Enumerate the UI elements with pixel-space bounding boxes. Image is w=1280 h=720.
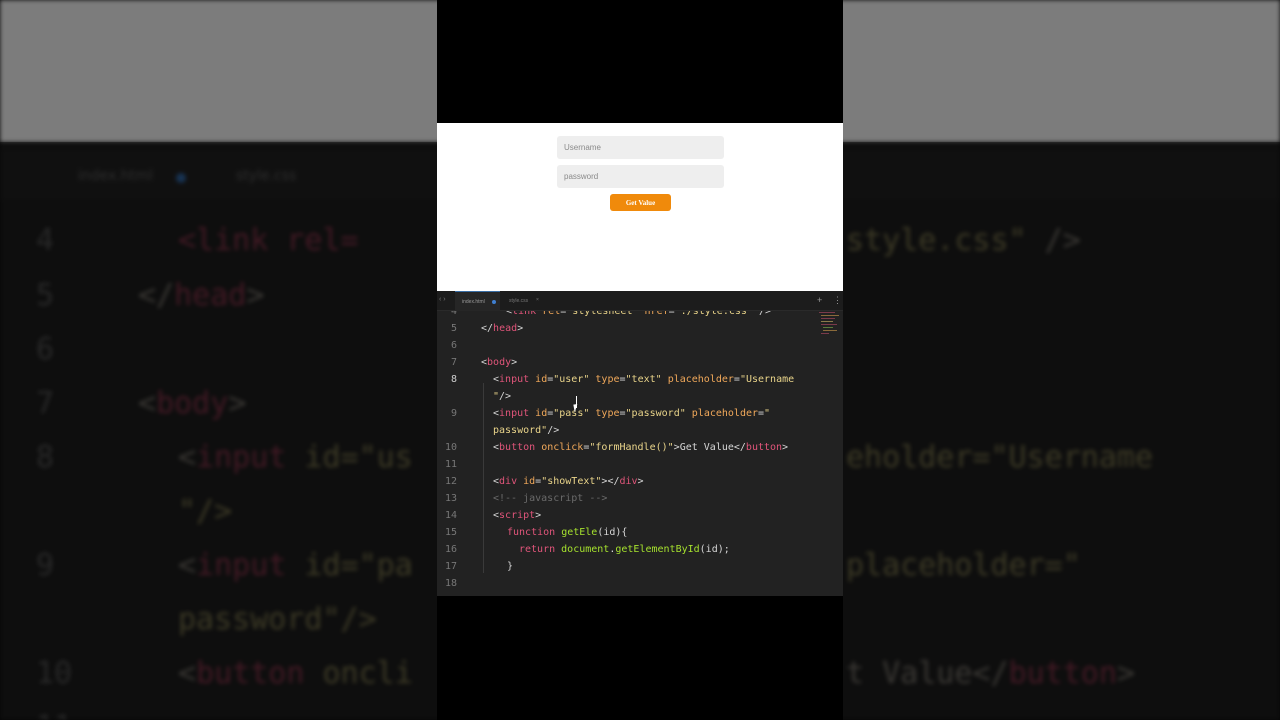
video-frame: Get Value 4 <link rel="stylesheet" href=…	[437, 0, 843, 720]
minimap[interactable]	[819, 311, 841, 341]
unsaved-dot-icon	[492, 300, 496, 304]
new-tab-icon[interactable]: +	[817, 295, 822, 305]
password-input[interactable]	[557, 165, 724, 188]
line-number: 14	[444, 510, 457, 521]
code-line-7: <body>	[481, 357, 518, 368]
line-number: 6	[450, 340, 457, 351]
code-line-9: <input id="pass" type="password" placeho…	[493, 408, 771, 419]
code-area[interactable]: 4 <link rel="stylesheet" href="./style.c…	[437, 303, 843, 596]
code-line-16: return document.getElementById(id);	[519, 544, 730, 555]
editor-tab-bar: ‹ › index.html style.css × + ⋮	[437, 291, 843, 311]
code-line-12: <div id="showText"></div>	[493, 476, 644, 487]
tab-style-css[interactable]: style.css	[509, 298, 528, 304]
line-number-current: 8	[450, 374, 457, 385]
mouse-cursor-icon	[573, 403, 582, 413]
line-number: 5	[450, 323, 457, 334]
indent-guide	[483, 383, 484, 573]
code-line-5: </head>	[481, 323, 524, 334]
code-line-9-wrap: password"/>	[493, 425, 560, 436]
code-line-8-wrap: "/>	[493, 391, 512, 402]
line-number: 9	[450, 408, 457, 419]
code-line-8: <input id="user" type="text" placeholder…	[493, 374, 795, 385]
line-number: 12	[444, 476, 457, 487]
line-number: 11	[444, 459, 457, 470]
tab-label: index.html	[462, 299, 485, 305]
nav-arrows-icon[interactable]: ‹ ›	[439, 296, 446, 303]
code-line-17: }	[507, 561, 514, 572]
username-input[interactable]	[557, 136, 724, 159]
line-number: 18	[444, 578, 457, 589]
code-editor: 4 <link rel="stylesheet" href="./style.c…	[437, 291, 843, 596]
code-line-13: <!-- javascript -->	[493, 493, 608, 504]
line-number: 16	[444, 544, 457, 555]
tab-index-html[interactable]: index.html	[455, 291, 500, 311]
line-number: 7	[450, 357, 457, 368]
code-line-14: <script>	[493, 510, 542, 521]
close-icon[interactable]: ×	[536, 297, 539, 303]
code-line-10: <button onclick="formHandle()">Get Value…	[493, 442, 789, 453]
more-icon[interactable]: ⋮	[833, 295, 842, 306]
line-number: 13	[444, 493, 457, 504]
line-number: 17	[444, 561, 457, 572]
get-value-button[interactable]: Get Value	[610, 194, 671, 211]
line-number: 10	[444, 442, 457, 453]
line-number: 15	[444, 527, 457, 538]
code-line-15: function getEle(id){	[507, 527, 628, 538]
browser-preview: Get Value	[437, 123, 843, 291]
